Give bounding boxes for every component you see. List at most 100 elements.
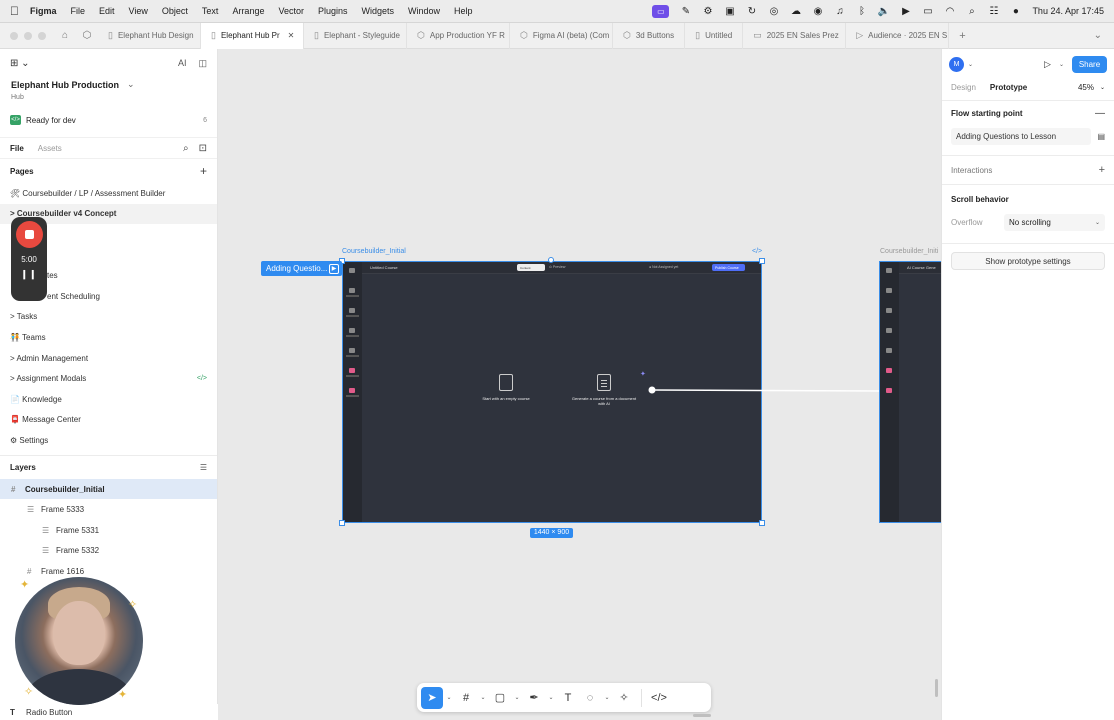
flow-name-input[interactable]: Adding Questions to Lesson [951,127,1092,145]
chevron-down-icon[interactable]: ⌄ [477,694,489,701]
ready-for-dev-row[interactable]: </> Ready for dev 6 [0,113,217,127]
menu-plugins[interactable]: Plugins [318,6,348,16]
screen-record-icon[interactable]: ▭ [652,4,670,18]
stop-record-button[interactable] [15,221,43,248]
pen-tool-icon[interactable]: ✒ [523,687,545,709]
move-tool-icon[interactable]: ➤ [421,686,443,709]
apple-icon[interactable]:  [10,4,30,18]
play-icon[interactable]: ▶ [329,263,339,274]
menu-text[interactable]: Text [202,6,219,16]
canvas[interactable]: Coursebuilder_Initial </> Untitled Cours… [219,49,941,720]
new-tab-icon[interactable]: + [949,30,975,42]
circle-icon[interactable]: ◉ [812,6,823,17]
home-icon[interactable]: ⌂ [54,30,76,41]
text-tool-icon[interactable]: T [557,687,579,709]
menu-file[interactable]: File [71,6,86,16]
tab-figma-ai[interactable]: ⬡ Figma AI (beta) (Com [510,22,613,49]
chevron-down-icon[interactable]: ⌄ [1100,84,1105,91]
chevron-down-icon[interactable]: ⌄ [127,79,135,90]
battery-icon[interactable]: ▭ [922,6,933,17]
show-prototype-settings-button[interactable]: Show prototype settings [951,252,1105,270]
siri-icon[interactable]: ● [1010,6,1021,17]
present-icon[interactable]: ▷ [1044,59,1051,70]
page-item[interactable]: > Assignment Modals </> [0,368,217,389]
zoom-level[interactable]: 45% [1078,83,1094,92]
flow-starting-badge[interactable]: Adding Questio... ▶ [261,261,342,276]
menu-view[interactable]: View [129,6,148,16]
rectangle-tool-icon[interactable]: ▢ [489,687,511,709]
tab-elephant-hub-design[interactable]: ▯ Elephant Hub Design [98,22,201,49]
frame-ai-course[interactable]: AI Course Gene [879,261,941,523]
layer-item[interactable]: ☰ Frame 5331 [0,520,217,541]
gear-icon[interactable]: ⚙ [702,6,713,17]
collapse-layers-icon[interactable]: ☰ [200,463,207,472]
bluetooth-icon[interactable]: ᛒ [856,6,867,17]
tab-sales-prez[interactable]: ▭ 2025 EN Sales Prez [743,22,847,49]
add-interaction-icon[interactable]: + [1099,164,1105,176]
dev-mode-toggle-icon[interactable]: </> [648,687,670,709]
horizontal-scrollbar[interactable] [693,714,711,717]
share-button[interactable]: Share [1072,55,1107,73]
menubar-clock[interactable]: Thu 24. Apr 17:45 [1032,6,1104,16]
page-item[interactable]: 📮 Message Center [0,410,217,431]
menu-arrange[interactable]: Arrange [232,6,264,16]
page-item[interactable]: 📄 Knowledge [0,389,217,410]
search-icon[interactable]: ⌕ [966,6,977,17]
library-icon[interactable]: ⊡ [199,143,207,154]
tab-styleguide[interactable]: ▯ Elephant - Styleguide [304,22,407,49]
menu-widgets[interactable]: Widgets [362,6,395,16]
chevron-down-icon[interactable]: ⌄ [1059,61,1064,68]
window-zoom-button[interactable] [38,31,46,40]
comment-tool-icon[interactable]: ◌ [579,687,601,709]
chevron-down-icon[interactable]: ⌄ [601,694,613,701]
control-center-icon[interactable]: ☷ [988,6,999,17]
page-item[interactable]: 🧑‍🤝‍🧑 Teams [0,327,217,348]
layer-item[interactable]: # Coursebuilder_Initial [0,478,217,500]
add-page-icon[interactable]: + [200,164,207,178]
overflow-select[interactable]: No scrolling ⌄ [1004,213,1105,231]
page-item[interactable]: 🛠 Coursebuilder / LP / Assessment Builde… [0,183,217,204]
menu-edit[interactable]: Edit [99,6,115,16]
tab-file[interactable]: File [10,144,24,153]
menu-vector[interactable]: Vector [278,6,304,16]
menu-object[interactable]: Object [162,6,188,16]
play-circle-icon[interactable]: ▶ [900,6,911,17]
webcam-bubble[interactable] [15,577,143,705]
ai-icon[interactable]: AI [178,58,187,69]
page-item[interactable]: > Admin Management [0,348,217,369]
frame2-label[interactable]: Coursebuilder_Initi [880,248,938,255]
main-menu-icon[interactable]: ⊞ ⌄ [10,58,30,69]
menu-help[interactable]: Help [454,6,473,16]
chevron-down-icon[interactable]: ⌄ [511,694,523,701]
tab-design[interactable]: Design [951,83,976,92]
community-icon[interactable]: ⬡ [76,30,98,41]
flow-details-icon[interactable]: ▤ [1097,132,1105,141]
avatar[interactable]: M [949,56,964,72]
tab-untitled[interactable]: ▯ Untitled [685,22,744,49]
tab-3d-buttons[interactable]: ⬡ 3d Buttons [613,22,686,49]
chevron-down-icon[interactable]: ⌄ [968,61,973,68]
cloud-icon[interactable]: ☁ [790,6,801,17]
chevron-down-icon[interactable]: ⌄ [1094,30,1114,41]
volume-icon[interactable]: 🔈 [878,6,890,17]
menu-window[interactable]: Window [408,6,440,16]
page-item[interactable]: ⚙ Settings [0,430,217,451]
tab-elephant-hub-production[interactable]: ▯ Elephant Hub Pr ✕ [201,22,304,49]
sync-icon[interactable]: ↻ [746,6,757,17]
tab-prototype[interactable]: Prototype [990,83,1027,92]
frame-tool-icon[interactable]: # [455,687,477,709]
file-title[interactable]: Elephant Hub Production ⌄ [0,77,217,90]
sidebar-toggle-icon[interactable]: ◫ [198,58,207,69]
pause-icon[interactable]: ❙❙ [20,269,37,280]
compass-icon[interactable]: ◎ [768,6,779,17]
remove-flow-icon[interactable]: — [1095,108,1105,119]
tab-assets[interactable]: Assets [38,144,62,153]
wifi-icon[interactable]: ◠ [944,6,955,17]
tab-app-production[interactable]: ⬡ App Production YF R [407,22,510,49]
window-close-button[interactable] [10,31,18,40]
chevron-down-icon[interactable]: ⌄ [443,694,455,701]
chevron-down-icon[interactable]: ⌄ [545,694,557,701]
scribble-icon[interactable]: ✎ [680,6,691,17]
music-icon[interactable]: ♫ [834,6,845,17]
close-icon[interactable]: ✕ [288,31,295,40]
